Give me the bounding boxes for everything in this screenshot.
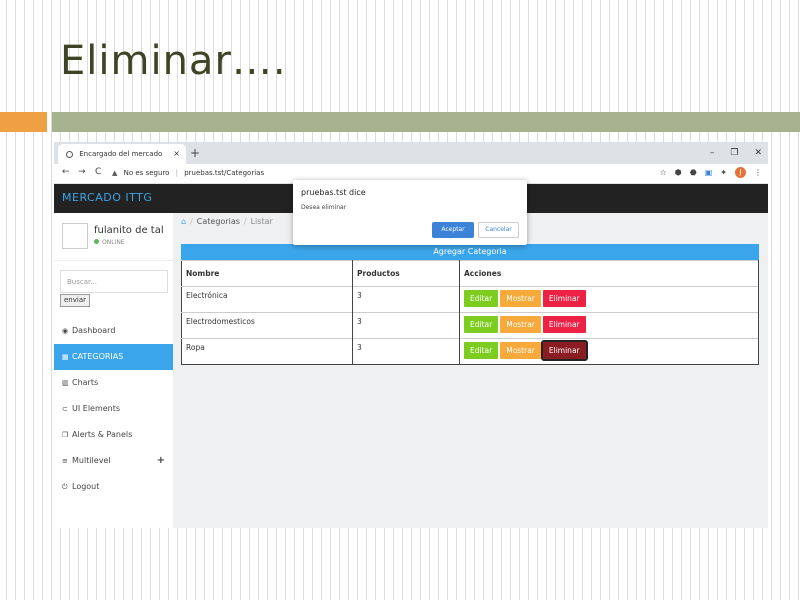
home-icon[interactable]: ⌂: [181, 217, 186, 226]
slide-title: Eliminar….: [60, 38, 287, 84]
delete-button[interactable]: Eliminar: [542, 316, 586, 333]
sidebar-item-label: Charts: [72, 378, 99, 387]
copy-icon: ❐: [62, 431, 69, 439]
sidebar-item-logout[interactable]: ⏻ Logout: [54, 474, 173, 500]
show-button[interactable]: Mostrar: [500, 316, 541, 333]
accent-bar-green: [52, 112, 800, 132]
main-content: ⌂ / Categorias / Listar Agregar Categoria No…: [173, 213, 768, 528]
minimize-button[interactable]: –: [710, 144, 715, 162]
sidebar-item-label: Alerts & Panels: [72, 430, 133, 439]
online-dot-icon: [94, 239, 99, 244]
forward-button[interactable]: →: [78, 167, 86, 177]
toggle-icon: ⊂: [62, 405, 68, 413]
list-icon: ≡: [62, 457, 68, 465]
edit-button[interactable]: Editar: [464, 342, 499, 359]
sidebar-item-categorias[interactable]: ▦ CATEGORIAS: [54, 344, 173, 370]
dashboard-icon: ◉: [62, 327, 69, 335]
category-name: Ropa: [181, 338, 353, 365]
category-name: Electrodomesticos: [181, 312, 353, 339]
sidebar-item-label: UI Elements: [72, 404, 121, 413]
url-text: pruebas.tst/Categorias: [184, 169, 265, 177]
categories-table: Nombre Productos Acciones Electrónica 3 …: [181, 260, 759, 365]
sidebar-item-label: CATEGORIAS: [72, 352, 124, 361]
extension-cube-icon[interactable]: ⬢: [675, 168, 682, 177]
send-button[interactable]: enviar: [60, 294, 90, 307]
product-count: 3: [352, 286, 460, 313]
expand-plus-icon[interactable]: +: [157, 448, 165, 474]
favicon-icon: [66, 150, 73, 158]
close-window-button[interactable]: ✕: [754, 144, 762, 162]
table-row: Electrónica 3 Editar Mostrar Eliminar: [181, 286, 759, 313]
category-name: Electrónica: [181, 286, 353, 313]
tab-close-icon[interactable]: ×: [173, 144, 180, 164]
bar-chart-icon: ▥: [62, 379, 69, 387]
delete-button[interactable]: Eliminar: [542, 290, 586, 307]
breadcrumb: ⌂ / Categorias / Listar: [181, 217, 273, 226]
warning-icon: ▲: [112, 169, 118, 177]
confirm-dialog: pruebas.tst dice Desea eliminar Aceptar …: [293, 180, 527, 245]
tab-bar: Encargado del mercado × + – ❐ ✕: [54, 142, 768, 164]
sidebar-item-multilevel[interactable]: ≡ Multilevel +: [54, 448, 173, 474]
brand-logo[interactable]: MERCADO ITTG: [62, 191, 152, 204]
tab-title: Encargado del mercado: [79, 150, 163, 158]
extension-square-icon[interactable]: ▣: [705, 168, 713, 177]
browser-tab[interactable]: Encargado del mercado ×: [58, 144, 186, 164]
cancel-button[interactable]: Cancelar: [478, 222, 519, 238]
dialog-message: Desea eliminar: [301, 204, 347, 211]
restore-button[interactable]: ❐: [730, 144, 738, 162]
user-panel: fulanito de tal ONLINE: [54, 213, 173, 261]
user-name: fulanito de tal: [94, 225, 164, 236]
edit-button[interactable]: Editar: [464, 290, 499, 307]
reload-button[interactable]: C: [95, 167, 101, 177]
sidebar: fulanito de tal ONLINE Buscar... enviar …: [54, 213, 173, 528]
new-tab-button[interactable]: +: [190, 144, 200, 162]
kebab-menu-icon[interactable]: ⋮: [754, 168, 762, 177]
sidebar-item-charts[interactable]: ▥ Charts: [54, 370, 173, 396]
product-count: 3: [352, 312, 460, 339]
sidebar-item-alerts-panels[interactable]: ❐ Alerts & Panels: [54, 422, 173, 448]
puzzle-icon[interactable]: ✦: [720, 168, 727, 177]
power-icon: ⏻: [62, 483, 68, 491]
table-row: Ropa 3 Editar Mostrar Eliminar: [181, 338, 759, 365]
table-header-row: Nombre Productos Acciones: [181, 260, 759, 287]
dialog-title: pruebas.tst dice: [301, 188, 366, 197]
status-badge: ONLINE: [94, 239, 125, 246]
calendar-icon: ▦: [62, 353, 69, 361]
security-label: No es seguro: [123, 169, 170, 177]
star-icon[interactable]: ☆: [660, 168, 667, 177]
breadcrumb-section[interactable]: Categorias: [197, 217, 240, 226]
url-field[interactable]: ▲ No es seguro | pruebas.tst/Categorias: [112, 167, 264, 180]
categories-panel: Agregar Categoria Nombre Productos Accio…: [181, 244, 759, 368]
back-button[interactable]: ←: [62, 167, 70, 177]
sidebar-item-label: Dashboard: [72, 326, 116, 335]
column-header: Acciones: [459, 260, 759, 287]
delete-button[interactable]: Eliminar: [540, 340, 588, 361]
edit-button[interactable]: Editar: [464, 316, 499, 333]
show-button[interactable]: Mostrar: [500, 342, 541, 359]
show-button[interactable]: Mostrar: [500, 290, 541, 307]
breadcrumb-current: Listar: [250, 217, 273, 226]
column-header: Productos: [352, 260, 460, 287]
sidebar-item-dashboard[interactable]: ◉ Dashboard: [54, 318, 173, 344]
sidebar-item-label: Multilevel: [72, 456, 111, 465]
accept-button[interactable]: Aceptar: [432, 222, 474, 238]
add-category-button[interactable]: Agregar Categoria: [181, 244, 759, 260]
sidebar-item-ui-elements[interactable]: ⊂ UI Elements: [54, 396, 173, 422]
product-count: 3: [352, 338, 460, 365]
avatar: [62, 223, 88, 249]
search-input[interactable]: Buscar...: [60, 270, 168, 293]
column-header: Nombre: [181, 260, 353, 287]
sidebar-item-label: Logout: [72, 482, 100, 491]
extension-shield-icon[interactable]: ⬣: [690, 168, 697, 177]
accent-bar-orange: [0, 112, 47, 132]
table-row: Electrodomesticos 3 Editar Mostrar Elimina…: [181, 312, 759, 339]
profile-avatar[interactable]: J: [735, 167, 746, 178]
